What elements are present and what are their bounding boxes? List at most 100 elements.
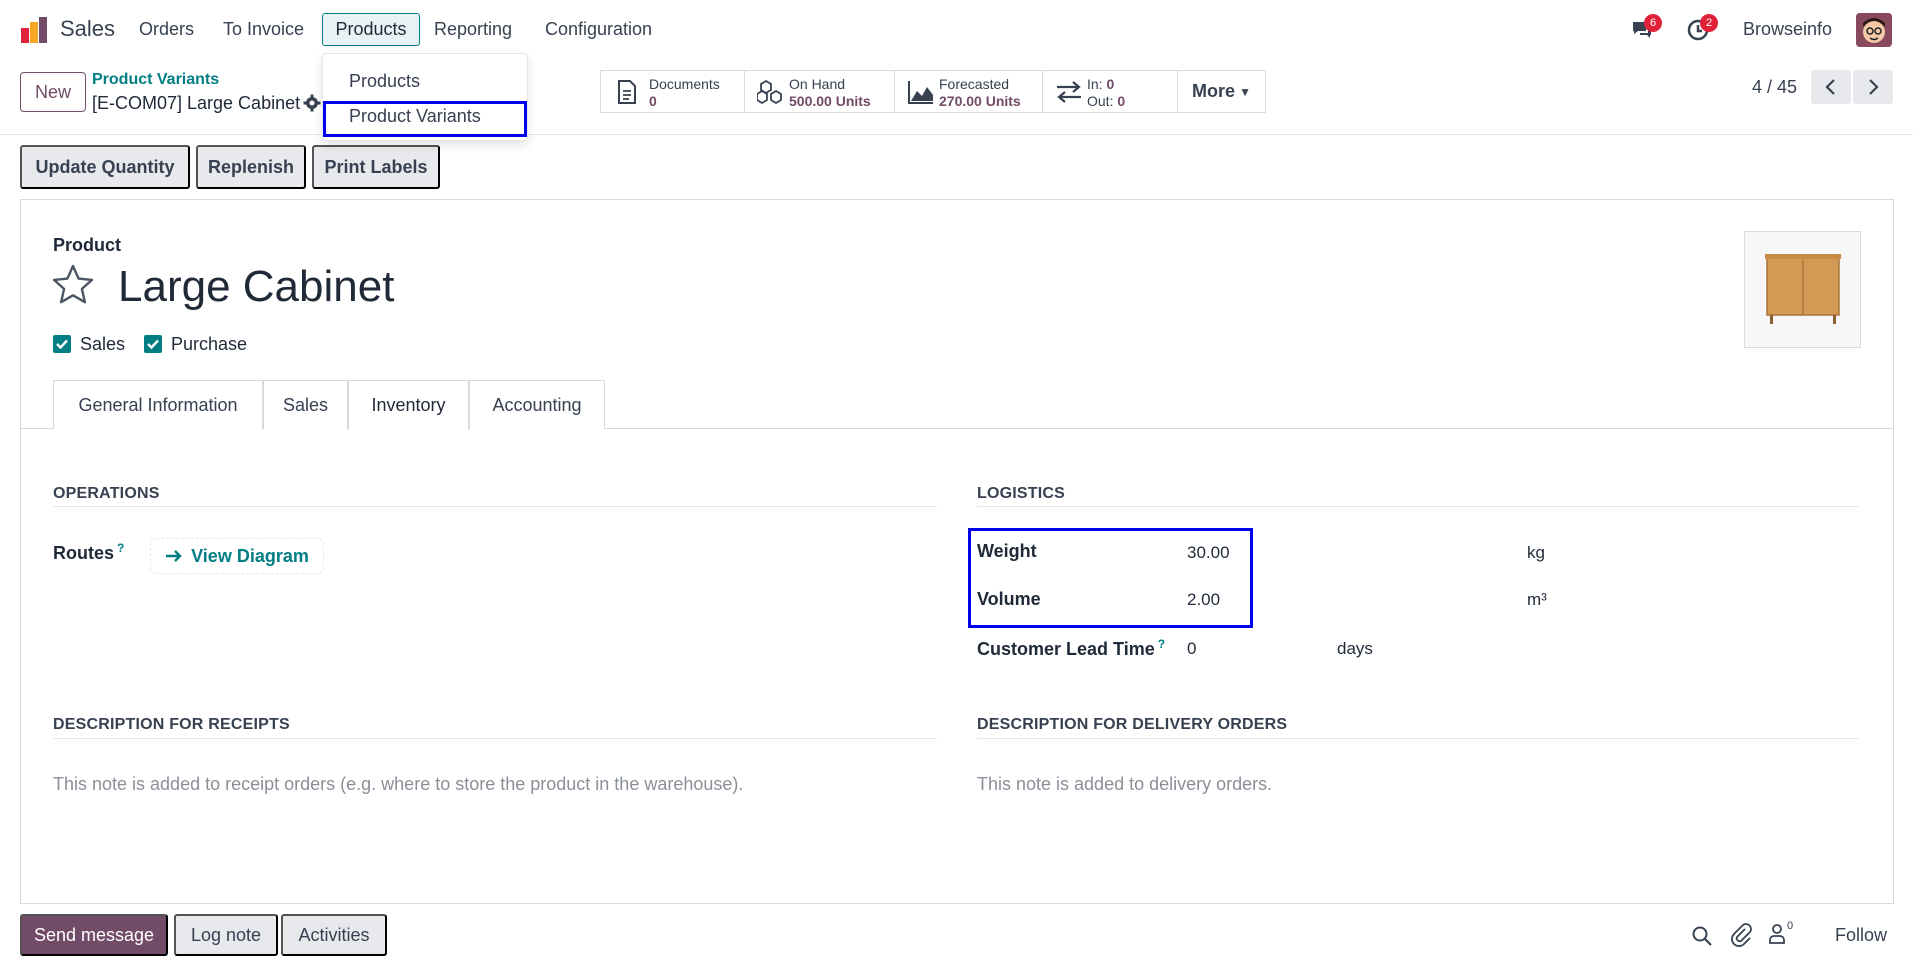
delivery-description-input[interactable]: This note is added to delivery orders. bbox=[977, 774, 1272, 795]
more-smart-button[interactable]: More ▼ bbox=[1178, 71, 1265, 112]
log-note-button[interactable]: Log note bbox=[174, 914, 278, 956]
dropdown-item-products[interactable]: Products bbox=[349, 71, 420, 92]
receipts-description-input[interactable]: This note is added to receipt orders (e.… bbox=[53, 774, 743, 795]
caret-down-icon: ▼ bbox=[1239, 84, 1251, 99]
document-icon bbox=[618, 80, 636, 104]
documents-smart-button[interactable]: Documents 0 bbox=[601, 71, 745, 112]
update-quantity-button[interactable]: Update Quantity bbox=[20, 145, 190, 189]
send-message-button[interactable]: Send message bbox=[20, 914, 168, 956]
routes-label: Routes? bbox=[53, 541, 124, 564]
menu-products[interactable]: Products bbox=[322, 13, 420, 46]
arrow-right-icon bbox=[166, 550, 182, 562]
app-name[interactable]: Sales bbox=[60, 16, 115, 42]
purchase-checkbox[interactable] bbox=[144, 335, 162, 353]
on-hand-smart-button[interactable]: On Hand 500.00 Units bbox=[745, 71, 895, 112]
in-line: In: 0 bbox=[1087, 76, 1114, 92]
avatar-face-icon bbox=[1856, 13, 1892, 47]
forecasted-label: Forecasted bbox=[939, 76, 1010, 92]
paperclip-icon[interactable] bbox=[1730, 923, 1752, 947]
volume-unit: m³ bbox=[1527, 590, 1547, 609]
sales-checkbox-label[interactable]: Sales bbox=[80, 334, 125, 355]
messages-button[interactable]: 6 bbox=[1630, 14, 1662, 42]
in-out-smart-button[interactable]: In: 0 Out: 0 bbox=[1043, 71, 1178, 112]
pager-previous-button[interactable] bbox=[1811, 70, 1851, 104]
documents-value: 0 bbox=[649, 93, 657, 109]
logistics-section-title: LOGISTICS bbox=[977, 485, 1066, 502]
weight-unit: kg bbox=[1527, 543, 1545, 562]
search-icon[interactable] bbox=[1691, 925, 1713, 947]
documents-label: Documents bbox=[649, 76, 720, 92]
gear-icon[interactable] bbox=[303, 94, 321, 112]
lead-time-help-icon[interactable]: ? bbox=[1158, 637, 1165, 651]
customer-lead-time-label: Customer Lead Time? bbox=[977, 637, 1165, 660]
chevron-right-icon bbox=[1869, 79, 1879, 95]
out-label: Out: bbox=[1087, 93, 1114, 109]
cabinet-image-icon bbox=[1745, 232, 1860, 347]
on-hand-label: On Hand bbox=[789, 76, 846, 92]
pager-value[interactable]: 4 / 45 bbox=[1752, 77, 1797, 98]
replenish-button[interactable]: Replenish bbox=[196, 145, 306, 189]
in-value: 0 bbox=[1106, 76, 1115, 92]
print-labels-button[interactable]: Print Labels bbox=[312, 145, 440, 189]
messages-badge: 6 bbox=[1644, 14, 1662, 32]
followers-button[interactable]: 0 bbox=[1768, 920, 1802, 947]
view-diagram-label: View Diagram bbox=[191, 545, 309, 566]
checkmark-icon bbox=[147, 339, 159, 350]
delivery-section-title: DESCRIPTION FOR DELIVERY ORDERS bbox=[977, 716, 1288, 733]
menu-reporting[interactable]: Reporting bbox=[434, 19, 512, 40]
sales-checkbox[interactable] bbox=[53, 335, 71, 353]
sales-app-logo-icon[interactable] bbox=[20, 16, 48, 44]
tab-accounting[interactable]: Accounting bbox=[469, 380, 605, 429]
user-avatar[interactable] bbox=[1856, 13, 1892, 47]
followers-count: 0 bbox=[1787, 920, 1794, 932]
product-name[interactable]: Large Cabinet bbox=[118, 262, 394, 312]
in-label: In: bbox=[1087, 76, 1103, 92]
routes-help-icon[interactable]: ? bbox=[117, 541, 124, 555]
chevron-left-icon bbox=[1825, 79, 1835, 95]
transfer-arrows-icon bbox=[1057, 81, 1081, 103]
routes-label-text: Routes bbox=[53, 543, 115, 563]
star-favorite-icon[interactable] bbox=[51, 263, 95, 307]
cubes-icon bbox=[757, 79, 782, 105]
tab-inventory[interactable]: Inventory bbox=[348, 380, 469, 430]
more-label: More bbox=[1192, 81, 1236, 101]
out-value: 0 bbox=[1117, 93, 1126, 109]
top-navbar: Sales Orders To Invoice Products Reporti… bbox=[0, 0, 1913, 60]
checkmark-icon bbox=[56, 339, 68, 350]
forecasted-value: 270.00 Units bbox=[939, 93, 1021, 109]
receipts-divider bbox=[53, 738, 937, 739]
menu-configuration[interactable]: Configuration bbox=[545, 19, 652, 40]
receipts-section-title: DESCRIPTION FOR RECEIPTS bbox=[53, 716, 290, 733]
view-diagram-button[interactable]: View Diagram bbox=[150, 538, 324, 574]
user-icon bbox=[1769, 924, 1785, 944]
tab-sales[interactable]: Sales bbox=[263, 380, 348, 429]
operations-section-title: OPERATIONS bbox=[53, 485, 160, 502]
activities-button[interactable]: Activities bbox=[281, 914, 387, 956]
forecasted-smart-button[interactable]: Forecasted 270.00 Units bbox=[895, 71, 1043, 112]
breadcrumb-current-record: [E-COM07] Large Cabinet bbox=[92, 93, 301, 113]
activities-button[interactable]: 2 bbox=[1686, 14, 1718, 42]
follow-button[interactable]: Follow bbox=[1835, 925, 1887, 946]
operations-divider bbox=[53, 506, 937, 507]
customer-lead-time-text: Customer Lead Time bbox=[977, 639, 1155, 659]
tab-general-information[interactable]: General Information bbox=[53, 380, 263, 429]
company-name[interactable]: Browseinfo bbox=[1743, 19, 1832, 40]
purchase-checkbox-label[interactable]: Purchase bbox=[171, 334, 247, 355]
logistics-divider bbox=[977, 506, 1859, 507]
pager-next-button[interactable] bbox=[1853, 70, 1893, 104]
activities-badge: 2 bbox=[1700, 14, 1718, 32]
breadcrumb-product-variants[interactable]: Product Variants bbox=[92, 71, 219, 89]
product-variants-highlight bbox=[323, 101, 527, 137]
customer-lead-time-input[interactable]: 0 bbox=[1187, 639, 1196, 659]
smart-buttons-bar: Documents 0 On Hand 500.00 Units Forecas… bbox=[600, 70, 1266, 113]
menu-orders[interactable]: Orders bbox=[139, 19, 194, 40]
delivery-divider bbox=[977, 738, 1859, 739]
out-line: Out: 0 bbox=[1087, 93, 1125, 109]
lead-time-unit: days bbox=[1337, 639, 1373, 658]
area-chart-icon bbox=[908, 81, 933, 104]
on-hand-value: 500.00 Units bbox=[789, 93, 871, 109]
menu-to-invoice[interactable]: To Invoice bbox=[223, 19, 304, 40]
control-panel-divider bbox=[0, 134, 1913, 135]
product-image[interactable] bbox=[1744, 231, 1861, 348]
new-button[interactable]: New bbox=[20, 72, 86, 112]
